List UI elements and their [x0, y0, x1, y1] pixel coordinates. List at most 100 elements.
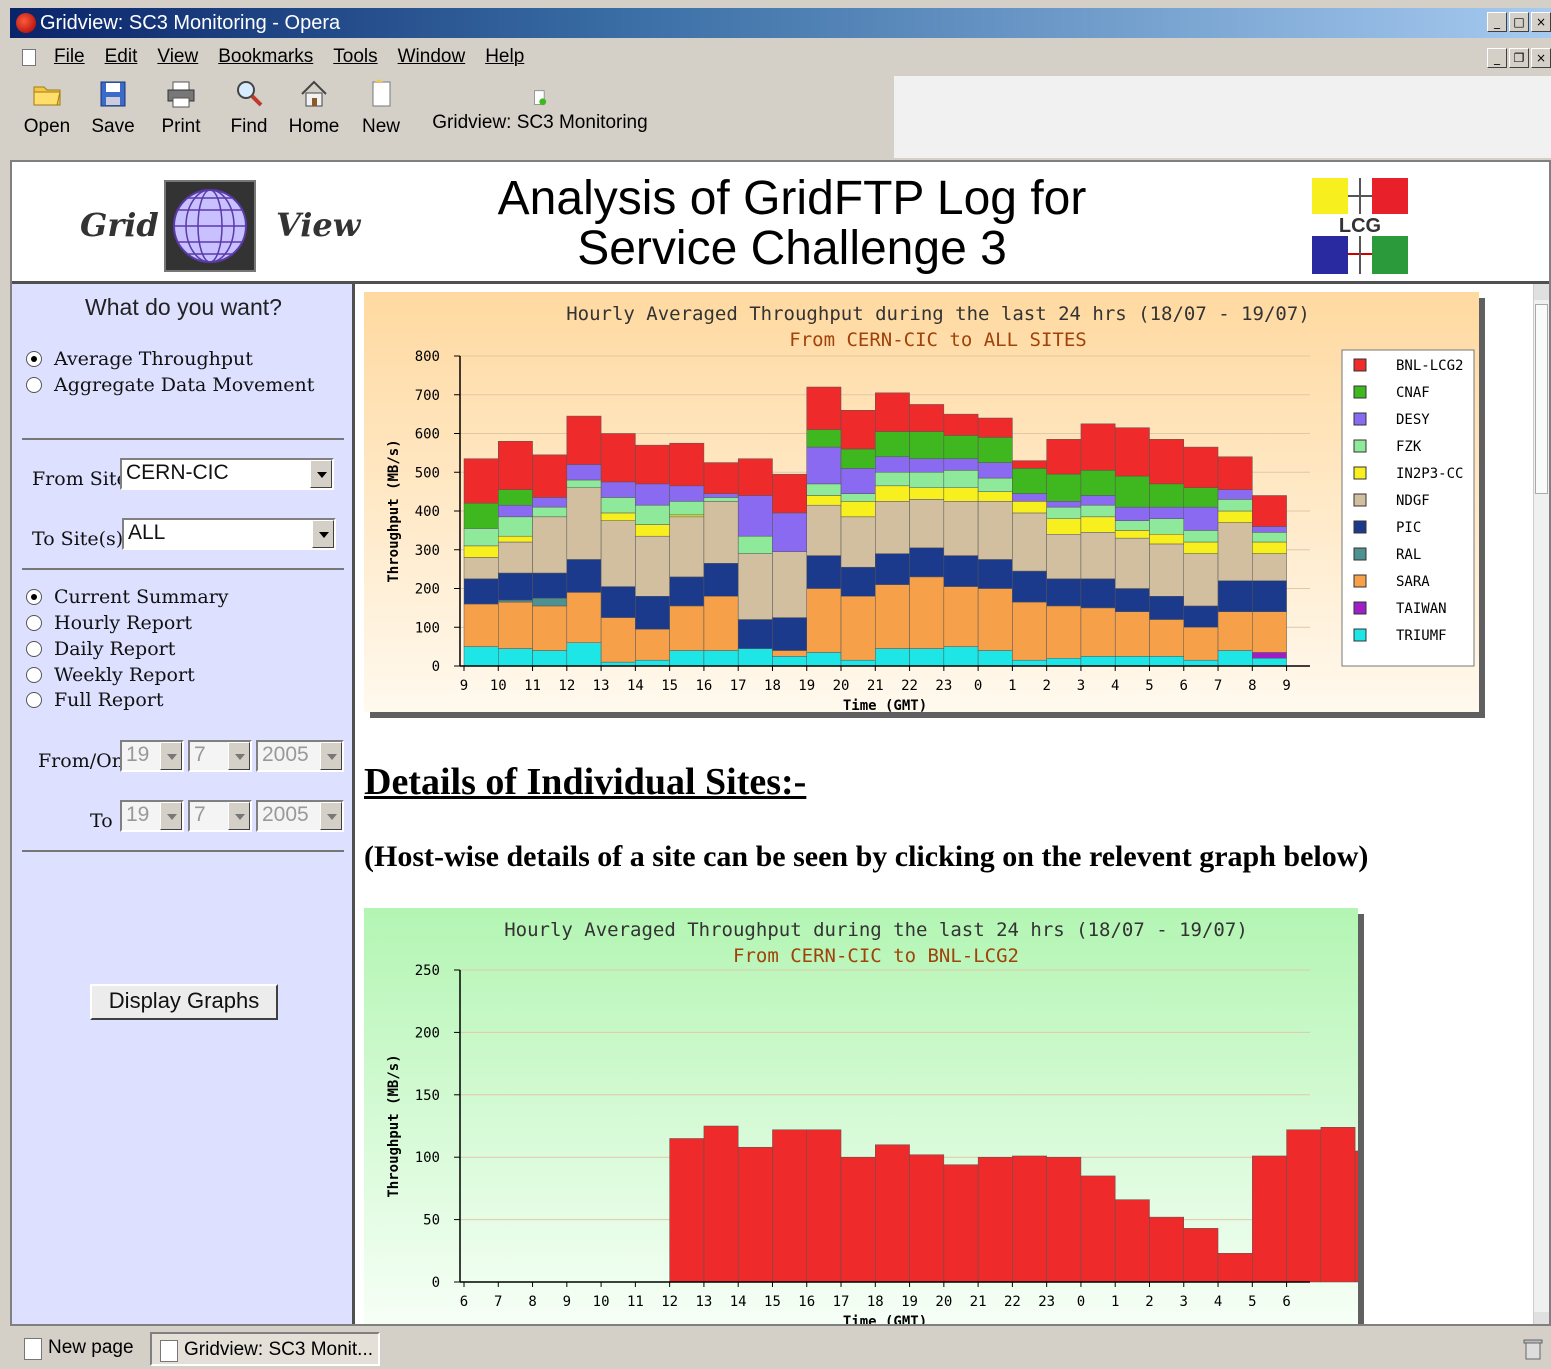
bar-segment	[566, 642, 602, 667]
vertical-scrollbar[interactable]	[1533, 284, 1549, 1324]
menu-item-view[interactable]: View	[157, 46, 198, 68]
radio-button[interactable]	[26, 377, 42, 393]
radio-label: Full Report	[54, 689, 164, 711]
minimize-button[interactable]: _	[1487, 12, 1507, 32]
bar-segment	[943, 413, 979, 436]
bar-segment	[1012, 601, 1047, 661]
scroll-thumb[interactable]	[1535, 304, 1548, 494]
menu-item-window[interactable]: Window	[398, 46, 466, 68]
radio-daily-report[interactable]: Daily Report	[26, 638, 175, 660]
from-year-select[interactable]: 2005	[256, 740, 344, 772]
x-tick-label: 23	[935, 678, 952, 694]
maximize-button[interactable]: □	[1509, 12, 1529, 32]
chevron-down-icon[interactable]	[228, 802, 250, 830]
chevron-down-icon[interactable]	[320, 802, 342, 830]
tab-gridview-label: Gridview: SC3 Monit...	[184, 1339, 373, 1360]
chart-bnl-lcg2[interactable]: Hourly Averaged Throughput during the la…	[364, 908, 1358, 1324]
scroll-down-button[interactable]	[1534, 1312, 1549, 1324]
page-tab[interactable]: Gridview: SC3 Monitoring	[420, 78, 660, 134]
from-month-select[interactable]: 7	[188, 740, 252, 772]
bar-segment	[635, 524, 670, 537]
bar-segment	[532, 506, 568, 518]
menu-item-file[interactable]: File	[54, 46, 85, 68]
bar-segment	[635, 444, 670, 485]
chevron-down-icon[interactable]	[310, 460, 332, 488]
menu-item-tools[interactable]: Tools	[333, 46, 377, 68]
bar-segment	[840, 596, 876, 661]
bar-segment	[669, 442, 705, 487]
bar-segment	[909, 1154, 945, 1283]
home-button[interactable]: Home	[286, 78, 342, 138]
bar-segment	[943, 586, 979, 647]
y-tick-label: 50	[423, 1213, 440, 1229]
bar-segment	[737, 619, 773, 649]
radio-aggregate-data[interactable]: Aggregate Data Movement	[26, 374, 314, 396]
tab-new-page[interactable]: New page	[16, 1332, 148, 1366]
print-button[interactable]: Print	[156, 78, 206, 138]
trash-icon[interactable]	[1523, 1338, 1543, 1360]
chevron-down-icon[interactable]	[228, 742, 250, 770]
page-banner: Grid View Analysis of GridFTP Log for Se	[12, 162, 1549, 284]
chart-all-sites[interactable]: Hourly Averaged Throughput during the la…	[364, 292, 1479, 712]
scroll-up-button[interactable]	[1534, 284, 1549, 300]
bar-segment	[498, 648, 533, 667]
bar-segment	[909, 458, 945, 473]
bar-segment	[1217, 489, 1253, 500]
x-tick-label: 11	[524, 678, 541, 694]
doc-minimize-button[interactable]: _	[1487, 48, 1507, 68]
radio-button[interactable]	[26, 615, 42, 631]
x-tick-label: 15	[764, 1294, 781, 1310]
radio-button[interactable]	[26, 667, 42, 683]
radio-average-throughput[interactable]: Average Throughput	[26, 348, 253, 370]
from-day-select[interactable]: 19	[120, 740, 184, 772]
radio-full-report[interactable]: Full Report	[26, 689, 163, 711]
bar-segment	[1080, 504, 1116, 518]
radio-button[interactable]	[26, 351, 42, 367]
menu-item-bookmarks[interactable]: Bookmarks	[218, 46, 313, 68]
bar-segment	[600, 497, 636, 514]
bar-segment	[1149, 483, 1185, 508]
doc-close-button[interactable]: ×	[1531, 48, 1551, 68]
radio-button[interactable]	[26, 692, 42, 708]
radio-current-summary[interactable]: Current Summary	[26, 586, 229, 608]
radio-button[interactable]	[26, 589, 42, 605]
bar-segment	[1046, 534, 1082, 580]
display-graphs-button[interactable]: Display Graphs	[90, 984, 278, 1020]
x-tick-label: 7	[1214, 678, 1222, 694]
doc-restore-button[interactable]: ❐	[1509, 48, 1529, 68]
bar-segment	[840, 410, 876, 450]
menu-item-help[interactable]: Help	[485, 46, 524, 68]
to-day-select[interactable]: 19	[120, 800, 184, 832]
chevron-down-icon[interactable]	[160, 742, 182, 770]
x-tick-label: 5	[1145, 678, 1153, 694]
radio-hourly-report[interactable]: Hourly Report	[26, 612, 192, 634]
bar-segment	[1012, 460, 1047, 469]
chevron-down-icon[interactable]	[312, 520, 334, 548]
bar-segment	[463, 458, 499, 504]
save-button[interactable]: Save	[88, 78, 138, 138]
x-tick-label: 0	[1077, 1294, 1085, 1310]
find-button[interactable]: Find	[224, 78, 274, 138]
x-tick-label: 6	[460, 1294, 468, 1310]
chevron-down-icon[interactable]	[160, 802, 182, 830]
bar-segment	[943, 435, 979, 459]
x-tick-label: 0	[974, 678, 982, 694]
divider	[22, 568, 344, 570]
to-sites-select[interactable]: ALL	[122, 518, 336, 550]
y-tick-label: 100	[415, 620, 440, 636]
bar-segment	[1354, 1150, 1358, 1283]
new-button[interactable]: New	[358, 78, 404, 138]
to-year-select[interactable]: 2005	[256, 800, 344, 832]
menu-item-edit[interactable]: Edit	[105, 46, 138, 68]
close-button[interactable]: ×	[1531, 12, 1551, 32]
bar-segment	[669, 501, 705, 516]
to-month-select[interactable]: 7	[188, 800, 252, 832]
tab-gridview[interactable]: Gridview: SC3 Monit...	[150, 1332, 380, 1366]
radio-weekly-report[interactable]: Weekly Report	[26, 664, 195, 686]
bar-segment	[703, 650, 739, 667]
from-site-select[interactable]: CERN-CIC	[120, 458, 334, 490]
bar-segment	[1046, 501, 1082, 508]
open-button[interactable]: Open	[22, 78, 72, 138]
chevron-down-icon[interactable]	[320, 742, 342, 770]
radio-button[interactable]	[26, 641, 42, 657]
